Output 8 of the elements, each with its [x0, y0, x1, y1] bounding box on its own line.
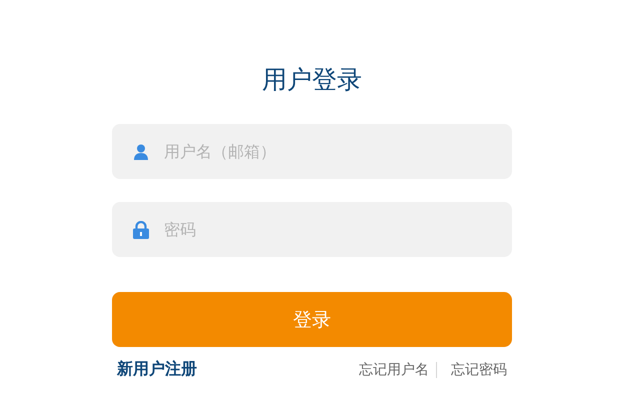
login-title: 用户登录	[262, 64, 362, 96]
forgot-link[interactable]: 忘记用户名	[359, 362, 437, 378]
password-field[interactable]: 密码	[112, 202, 512, 257]
forgot-link[interactable]: 忘记密码	[437, 362, 507, 378]
user-icon	[133, 144, 149, 160]
username-field[interactable]: 用户名（邮箱）	[112, 124, 512, 179]
lock-icon	[133, 220, 149, 238]
register-link[interactable]: 新用户注册	[117, 359, 197, 380]
